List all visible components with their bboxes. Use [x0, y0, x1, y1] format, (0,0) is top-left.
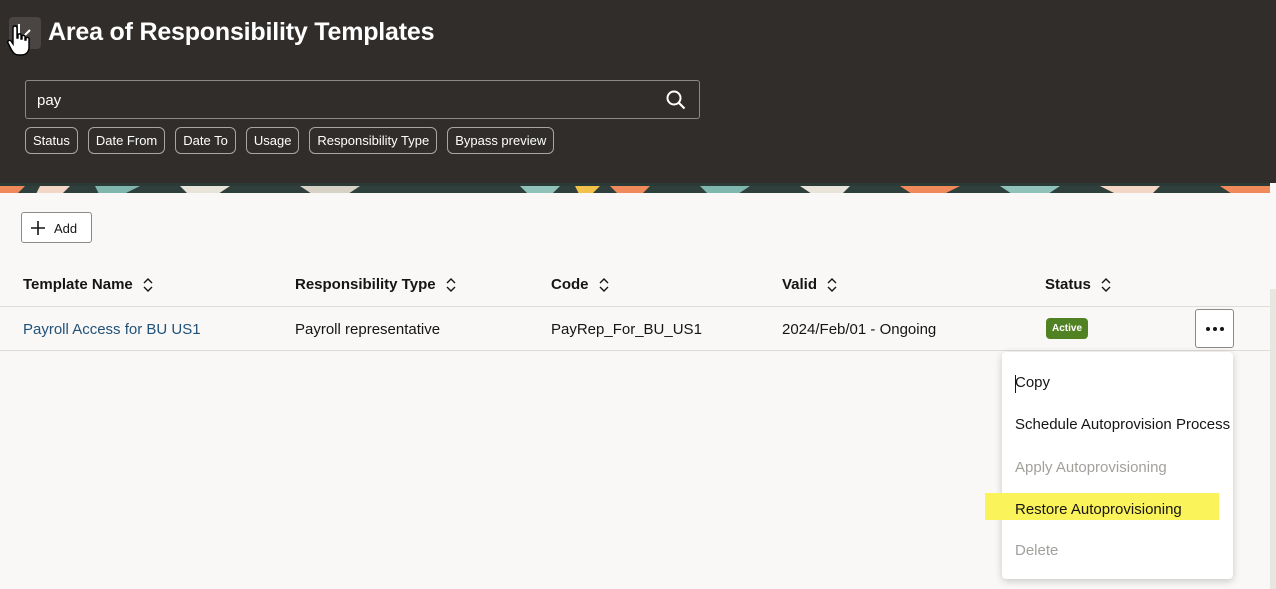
plus-icon	[31, 221, 45, 235]
scrollbar[interactable]	[1270, 289, 1276, 589]
filter-chips: Status Date From Date To Usage Responsib…	[25, 127, 555, 154]
hand-cursor-icon	[7, 25, 30, 56]
filter-chip-date-from[interactable]: Date From	[87, 127, 166, 154]
more-actions-button[interactable]	[1195, 309, 1234, 348]
menu-item-apply-autoprovisioning: Apply Autoprovisioning	[1015, 459, 1167, 476]
menu-item-delete: Delete	[1015, 542, 1059, 559]
responsibility-type-cell: Payroll representative	[295, 321, 441, 338]
sort-icon[interactable]	[143, 277, 153, 292]
page-title: Area of Responsibility Templates	[48, 18, 435, 46]
column-header-label: Responsibility Type	[295, 276, 436, 293]
table-header-divider	[0, 306, 1270, 307]
decorative-banner	[0, 183, 1270, 193]
more-dot	[1213, 327, 1217, 331]
sort-icon[interactable]	[1101, 277, 1111, 292]
template-name-link[interactable]: Payroll Access for BU US1	[23, 321, 201, 338]
page-header: Area of Responsibility Templates pay Sta…	[0, 0, 1276, 183]
filter-chip-usage[interactable]: Usage	[245, 127, 300, 154]
more-dot	[1206, 327, 1210, 331]
menu-item-copy[interactable]: Copy	[1015, 374, 1050, 391]
text-caret	[1015, 375, 1016, 393]
column-header-label: Code	[551, 276, 589, 293]
column-header-label: Valid	[782, 276, 818, 293]
filter-chip-bypass-preview[interactable]: Bypass preview	[447, 127, 555, 154]
add-button[interactable]: Add	[21, 212, 92, 243]
filter-chip-date-to[interactable]: Date To	[175, 127, 236, 154]
code-cell: PayRep_For_BU_US1	[551, 321, 702, 338]
column-header-label: Template Name	[23, 276, 133, 293]
add-button-label: Add	[54, 221, 78, 236]
search-input[interactable]: pay	[25, 80, 700, 119]
column-header-valid[interactable]: Valid	[782, 276, 837, 293]
menu-item-schedule-autoprovision[interactable]: Schedule Autoprovision Process	[1015, 416, 1230, 433]
more-dot	[1220, 327, 1224, 331]
sort-icon[interactable]	[599, 277, 609, 292]
filter-chip-status[interactable]: Status	[25, 127, 78, 154]
column-header-template-name[interactable]: Template Name	[23, 276, 153, 293]
column-header-label: Status	[1045, 276, 1091, 293]
filter-chip-responsibility-type[interactable]: Responsibility Type	[309, 127, 438, 154]
column-header-status[interactable]: Status	[1045, 276, 1111, 293]
sort-icon[interactable]	[446, 277, 456, 292]
menu-item-restore-autoprovisioning[interactable]: Restore Autoprovisioning	[1015, 501, 1182, 518]
table-row-divider	[0, 350, 1270, 351]
search-icon[interactable]	[666, 90, 686, 110]
column-header-responsibility-type[interactable]: Responsibility Type	[295, 276, 456, 293]
search-value: pay	[37, 92, 62, 109]
valid-cell: 2024/Feb/01 - Ongoing	[782, 321, 937, 338]
status-badge: Active	[1046, 318, 1089, 339]
sort-icon[interactable]	[827, 277, 837, 292]
column-header-code[interactable]: Code	[551, 276, 609, 293]
